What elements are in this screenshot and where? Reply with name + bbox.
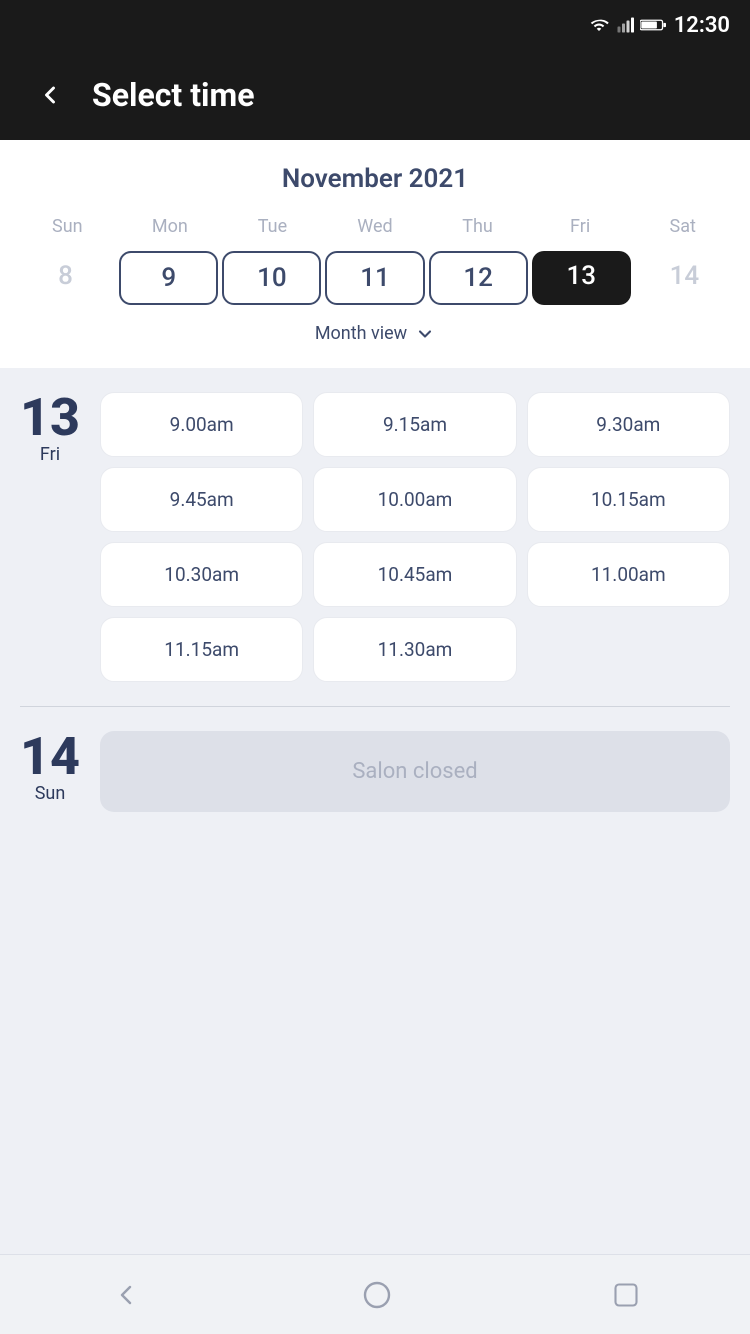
chevron-down-icon [415,324,435,344]
slot-930am[interactable]: 9.30am [527,392,730,457]
slot-945am[interactable]: 9.45am [100,467,303,532]
slot-915am[interactable]: 9.15am [313,392,516,457]
day-9[interactable]: 9 [119,251,218,305]
weekday-sat: Sat [631,212,734,241]
day-name-13: Fri [40,444,60,465]
slot-1045am[interactable]: 10.45am [313,542,516,607]
slot-1015am[interactable]: 10.15am [527,467,730,532]
status-time: 12:30 [674,13,730,38]
day-label-13: 13 Fri [20,392,80,465]
day-13[interactable]: 13 [532,251,631,305]
month-year-label: November 2021 [16,164,734,194]
day-10[interactable]: 10 [222,251,321,305]
nav-recent-icon [612,1281,640,1309]
slot-900am[interactable]: 9.00am [100,392,303,457]
wifi-icon [588,16,610,34]
month-view-toggle[interactable]: Month view [16,319,734,352]
slot-1115am[interactable]: 11.15am [100,617,303,682]
slot-1030am[interactable]: 10.30am [100,542,303,607]
time-grid-13: 9.00am 9.15am 9.30am 9.45am 10.00am 10.1… [100,392,730,682]
weekday-mon: Mon [119,212,222,241]
nav-home-button[interactable] [341,1269,413,1321]
day-11[interactable]: 11 [325,251,424,305]
weekday-thu: Thu [426,212,529,241]
day-name-14: Sun [35,783,66,804]
nav-recent-button[interactable] [592,1271,660,1319]
day-block-13: 13 Fri 9.00am 9.15am 9.30am 9.45am 10.00… [0,368,750,706]
status-icons [588,15,666,35]
days-row: 8 9 10 11 12 13 14 [16,251,734,305]
back-icon [36,81,64,109]
nav-back-button[interactable] [90,1269,162,1321]
weekday-wed: Wed [324,212,427,241]
day-label-14: 14 Sun [20,731,80,804]
nav-back-icon [110,1279,142,1311]
nav-bar [0,1254,750,1334]
signal-icon [616,15,634,35]
salon-closed-block: Salon closed [100,731,730,812]
slot-1130am[interactable]: 11.30am [313,617,516,682]
calendar-section: November 2021 Sun Mon Tue Wed Thu Fri Sa… [0,140,750,368]
day-number-13: 13 [20,392,80,444]
day-12[interactable]: 12 [429,251,528,305]
weekday-sun: Sun [16,212,119,241]
day-block-14: 14 Sun Salon closed [0,707,750,836]
slots-section: 13 Fri 9.00am 9.15am 9.30am 9.45am 10.00… [0,368,750,1254]
back-button[interactable] [28,73,72,117]
month-view-label: Month view [315,323,407,344]
day-8: 8 [16,251,115,305]
battery-icon [640,18,666,32]
weekday-tue: Tue [221,212,324,241]
slot-1000am[interactable]: 10.00am [313,467,516,532]
status-bar: 12:30 [0,0,750,50]
nav-home-icon [361,1279,393,1311]
header: Select time [0,50,750,140]
weekday-fri: Fri [529,212,632,241]
day-number-14: 14 [20,731,80,783]
slot-1100am[interactable]: 11.00am [527,542,730,607]
weekdays-row: Sun Mon Tue Wed Thu Fri Sat [16,212,734,241]
day-14: 14 [635,251,734,305]
page-title: Select time [92,76,254,114]
salon-closed-label: Salon closed [352,759,477,784]
